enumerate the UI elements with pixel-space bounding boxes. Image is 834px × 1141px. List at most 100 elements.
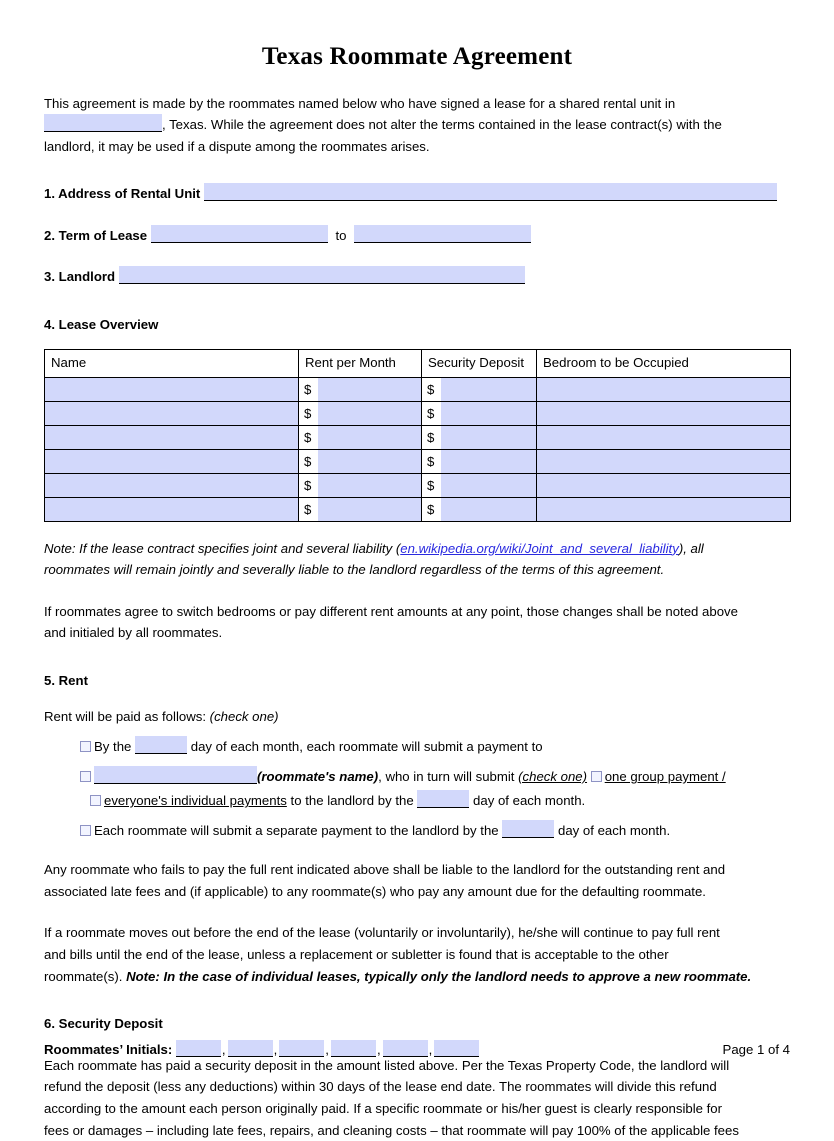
column-header-rent: Rent per Month [298, 348, 422, 378]
column-header-bedroom: Bedroom to be Occupied [536, 348, 791, 378]
cell-bedroom[interactable] [536, 472, 791, 498]
rent-option-2-check-one: (check one) [518, 769, 588, 785]
page-number-label: Page 1 of 4 [722, 1042, 790, 1057]
initials-separator: , [376, 1042, 381, 1057]
cell-deposit[interactable]: $ [421, 496, 537, 522]
initials-input-5[interactable] [382, 1040, 428, 1057]
currency-symbol: $ [304, 501, 312, 517]
section-heading-security-deposit: 6. Security Deposit [44, 1016, 163, 1032]
checkbox-icon[interactable] [80, 741, 91, 753]
rent-option-2: (roommate's name), who in turn will subm… [44, 765, 790, 813]
initials-separator: , [221, 1042, 226, 1057]
rent-option-2-mid: , who in turn will submit [378, 769, 515, 785]
table-row: $ $ [44, 448, 791, 474]
checkbox-icon[interactable] [80, 771, 91, 783]
rent-default-paragraph: Any roommate who fails to pay the full r… [44, 859, 790, 902]
initials-input-2[interactable] [227, 1040, 273, 1057]
cell-rent[interactable]: $ [298, 376, 422, 402]
cell-deposit[interactable]: $ [421, 472, 537, 498]
rent-option-1-day-input[interactable] [135, 736, 188, 755]
initials-input-3[interactable] [279, 1040, 325, 1057]
cell-deposit[interactable]: $ [421, 448, 537, 474]
document-page: Texas Roommate Agreement This agreement … [0, 0, 834, 1138]
cell-rent[interactable]: $ [298, 400, 422, 426]
rent-option-1-before: By the [94, 739, 132, 755]
term-start-input[interactable] [150, 224, 328, 243]
term-joiner-label: to [335, 227, 347, 243]
checkbox-icon[interactable] [90, 795, 101, 807]
cell-bedroom[interactable] [536, 400, 791, 426]
rent-lead-paragraph: Rent will be paid as follows: (check one… [44, 706, 790, 728]
initials-input-6[interactable] [434, 1040, 480, 1057]
rent-lead-check-one: (check one) [209, 708, 279, 724]
initials-input-1[interactable] [175, 1040, 221, 1057]
intro-line-3: landlord, it may be used if a dispute am… [44, 138, 430, 154]
rent-moveout-line-2: and bills until the end of the lease, un… [44, 947, 669, 962]
checkbox-icon[interactable] [590, 771, 602, 783]
currency-symbol: $ [304, 405, 312, 421]
cell-rent[interactable]: $ [298, 448, 422, 474]
cell-bedroom[interactable] [536, 424, 791, 450]
rent-option-2-tail-before: to the landlord by the [290, 793, 414, 809]
column-header-deposit: Security Deposit [421, 348, 537, 378]
section-heading-lease-overview: 4. Lease Overview [44, 317, 159, 333]
initials-separator: , [273, 1042, 278, 1057]
security-deposit-line-1: Each roommate has paid a security deposi… [44, 1057, 730, 1073]
rent-option-3-before: Each roommate will submit a separate pay… [94, 823, 499, 839]
initials-separator: , [325, 1042, 329, 1057]
rent-moveout-line-1: If a roommate moves out before the end o… [44, 925, 720, 941]
cell-bedroom[interactable] [536, 376, 791, 402]
cell-name[interactable] [44, 424, 299, 450]
security-deposit-paragraph: Each roommate has paid a security deposi… [44, 1055, 790, 1141]
currency-symbol: $ [427, 477, 435, 493]
rent-option-2-choice-a: one group payment / [604, 769, 726, 785]
cell-name[interactable] [44, 376, 299, 402]
term-end-input[interactable] [354, 224, 532, 243]
cell-bedroom[interactable] [536, 496, 791, 522]
landlord-input[interactable] [118, 266, 525, 285]
currency-symbol: $ [427, 453, 435, 469]
cell-deposit[interactable]: $ [421, 424, 537, 450]
checkbox-icon[interactable] [80, 825, 91, 837]
cell-name[interactable] [44, 448, 299, 474]
initials-input-4[interactable] [330, 1040, 376, 1057]
city-blank-input[interactable] [44, 114, 162, 133]
wikipedia-link[interactable]: en.wikipedia.org/wiki/Joint_and_several_… [400, 541, 679, 556]
rent-option-3-day-input[interactable] [502, 820, 555, 839]
rent-moveout-paragraph: If a roommate moves out before the end o… [44, 922, 790, 987]
rent-option-2-tail-after: day of each month. [473, 793, 586, 809]
field-address-row: 1. Address of Rental Unit [44, 183, 790, 205]
currency-symbol: $ [304, 453, 312, 469]
page-footer: Roommates’ Initials: ,,,,, Page 1 of 4 [44, 1040, 790, 1060]
cell-name[interactable] [44, 472, 299, 498]
cell-name[interactable] [44, 496, 299, 522]
field-address-label: 1. Address of Rental Unit [44, 186, 201, 202]
rent-option-2-name-input[interactable] [94, 766, 257, 785]
rent-option-1-after: day of each month, each roommate will su… [190, 739, 543, 755]
rent-option-3-after: day of each month. [557, 823, 671, 839]
address-input[interactable] [204, 183, 777, 202]
cell-bedroom[interactable] [536, 448, 791, 474]
rent-option-2-day-input[interactable] [417, 790, 470, 809]
switch-bedrooms-paragraph: If roommates agree to switch bedrooms or… [44, 601, 790, 644]
cell-name[interactable] [44, 400, 299, 426]
cell-rent[interactable]: $ [298, 496, 422, 522]
currency-symbol: $ [427, 381, 435, 397]
column-header-name: Name [44, 348, 299, 378]
rent-option-1: By the day of each month, each roommate … [44, 735, 790, 759]
field-landlord-label: 3. Landlord [44, 269, 116, 285]
table-row: $ $ [44, 424, 791, 450]
rent-option-3: Each roommate will submit a separate pay… [44, 819, 790, 843]
joint-liability-note: Note: If the lease contract specifies jo… [44, 538, 790, 581]
cell-deposit[interactable]: $ [421, 376, 537, 402]
rent-lead-text: Rent will be paid as follows: [44, 708, 206, 724]
cell-rent[interactable]: $ [298, 472, 422, 498]
cell-deposit[interactable]: $ [421, 400, 537, 426]
security-deposit-line-3: according to the amount each person orig… [44, 1100, 723, 1116]
table-row: $ $ [44, 472, 791, 498]
joint-liability-suffix: ), all [678, 540, 704, 556]
switch-bedrooms-line-1: If roommates agree to switch bedrooms or… [44, 603, 738, 619]
intro-paragraph: This agreement is made by the roommates … [44, 93, 790, 158]
cell-rent[interactable]: $ [298, 424, 422, 450]
currency-symbol: $ [427, 501, 435, 517]
